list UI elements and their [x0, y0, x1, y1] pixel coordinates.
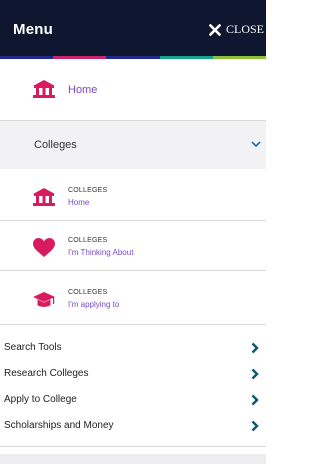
college-item-category: COLLEGES [68, 289, 108, 296]
chevron-right-icon [251, 394, 259, 406]
divider [0, 446, 266, 447]
close-button[interactable]: CLOSE [208, 22, 264, 37]
menu-link-label: Apply to College [4, 394, 77, 405]
close-icon [208, 23, 221, 36]
divider [0, 324, 266, 325]
school-building-icon [33, 188, 55, 206]
college-item-label: Home [68, 198, 90, 207]
menu-title: Menu [13, 21, 53, 38]
chevron-right-icon [251, 368, 259, 380]
college-item-label: I'm applying to [68, 300, 120, 309]
college-item-label: I'm Thinking About [68, 248, 134, 257]
colleges-section-toggle[interactable]: Colleges [0, 121, 266, 169]
menu-link-research-colleges[interactable]: Research Colleges [0, 361, 266, 387]
colleges-section-label: Colleges [34, 139, 77, 151]
school-building-icon [33, 80, 55, 98]
divider [0, 270, 266, 271]
graduation-cap-icon [33, 292, 55, 307]
menu-link-scholarships-and-money[interactable]: Scholarships and Money [0, 413, 266, 439]
chevron-right-icon [251, 342, 259, 354]
college-item-thinking-about[interactable]: COLLEGES I'm Thinking About [0, 226, 266, 270]
menu-link-label: Scholarships and Money [4, 420, 114, 431]
menu-link-search-tools[interactable]: Search Tools [0, 335, 266, 361]
college-item-home[interactable]: COLLEGES Home [0, 176, 266, 220]
chevron-down-icon [251, 141, 261, 148]
college-item-category: COLLEGES [68, 187, 108, 194]
college-item-category: COLLEGES [68, 237, 108, 244]
chevron-right-icon [251, 420, 259, 432]
menu-header: Menu CLOSE [0, 0, 266, 56]
heart-icon [33, 238, 55, 257]
home-label: Home [68, 84, 98, 96]
divider [0, 220, 266, 221]
menu-link-label: Research Colleges [4, 368, 89, 379]
menu-item-home[interactable]: Home [0, 59, 266, 121]
college-item-applying-to[interactable]: COLLEGES I'm applying to [0, 278, 266, 322]
menu-footer-strip [0, 454, 266, 464]
menu-link-apply-to-college[interactable]: Apply to College [0, 387, 266, 413]
close-label: CLOSE [225, 22, 264, 36]
menu-link-label: Search Tools [4, 342, 62, 353]
